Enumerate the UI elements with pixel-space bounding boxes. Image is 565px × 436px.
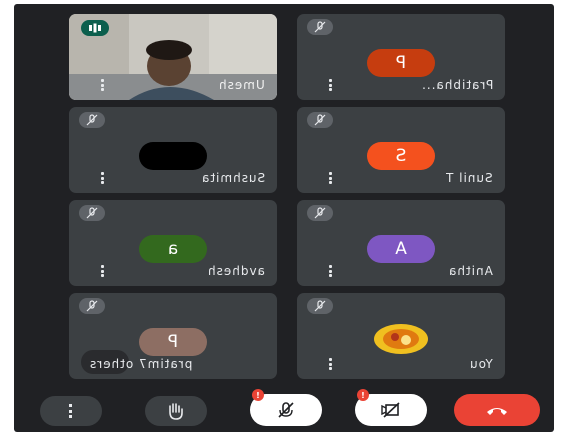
participant-tile-sunil[interactable]: S Sunil T: [297, 107, 505, 193]
mic-off-icon: [79, 298, 105, 314]
mic-off-icon: [307, 205, 333, 221]
avatar: S: [367, 142, 435, 170]
raise-hand-icon: [169, 403, 183, 420]
camera-off-icon: [381, 402, 400, 418]
participant-tile-umesh[interactable]: Umesh: [69, 14, 277, 100]
more-options-icon[interactable]: [329, 79, 333, 91]
more-options-icon[interactable]: [101, 172, 105, 184]
participant-tile-pratibha[interactable]: P Pratibha...: [297, 14, 505, 100]
avatar: P: [139, 328, 207, 356]
participant-tile-others[interactable]: P pratim7 others: [69, 293, 277, 379]
mic-off-icon: [307, 112, 333, 128]
end-call-button[interactable]: [454, 394, 540, 426]
participant-name: You: [469, 357, 493, 371]
avatar: P: [367, 49, 435, 77]
participant-name: Pratibha...: [420, 78, 493, 92]
participant-name: pratim7 others: [89, 357, 193, 371]
more-vert-icon: [69, 404, 73, 418]
more-options-icon[interactable]: [101, 265, 105, 277]
participant-name: avdhesh: [207, 264, 265, 278]
avatar: a: [139, 235, 207, 263]
more-options-icon[interactable]: [329, 265, 333, 277]
mic-off-icon: [278, 402, 294, 418]
participant-name: Umesh: [218, 78, 265, 92]
mic-off-icon: [79, 205, 105, 221]
warning-badge: !: [357, 389, 369, 401]
self-avatar-image: [374, 324, 428, 354]
meeting-window: Umesh P Pratibha... Sushmita S Sunil T a…: [14, 4, 554, 432]
pin-icon[interactable]: [81, 20, 109, 36]
mic-off-icon: [307, 298, 333, 314]
raise-hand-button[interactable]: [145, 396, 207, 426]
participant-name: Sunil T: [445, 171, 493, 185]
more-options-icon[interactable]: [101, 79, 105, 91]
hang-up-icon: [487, 408, 507, 415]
avatar: [139, 142, 207, 170]
microphone-button[interactable]: !: [250, 389, 322, 426]
more-options-icon[interactable]: [329, 358, 333, 370]
more-options-button[interactable]: [40, 396, 102, 426]
participant-tile-sushmita[interactable]: Sushmita: [69, 107, 277, 193]
participant-tile-avdhesh[interactable]: a avdhesh: [69, 200, 277, 286]
mic-off-icon: [307, 19, 333, 35]
participant-name: Sushmita: [200, 171, 265, 185]
participant-tile-anitha[interactable]: A Anitha: [297, 200, 505, 286]
warning-badge: !: [252, 389, 264, 401]
participant-name: Anitha: [448, 264, 493, 278]
participant-tile-you[interactable]: You: [297, 293, 505, 379]
avatar: A: [367, 235, 435, 263]
camera-button[interactable]: !: [355, 389, 427, 426]
mic-off-icon: [79, 112, 105, 128]
more-options-icon[interactable]: [329, 172, 333, 184]
